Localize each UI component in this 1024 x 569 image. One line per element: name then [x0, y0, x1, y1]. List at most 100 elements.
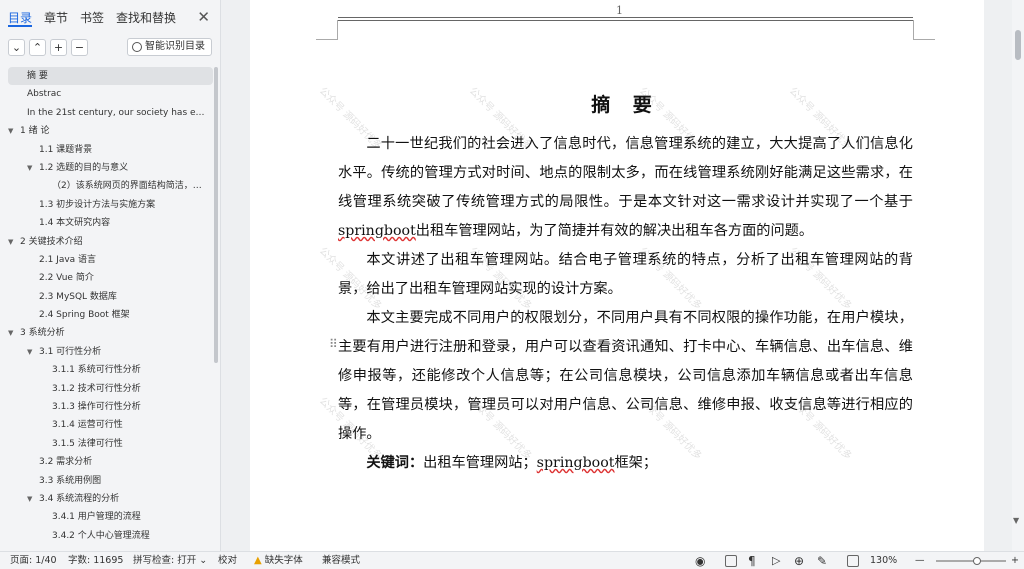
paragraph-2: 本文讲述了出租车管理网站。结合电子管理系统的特点，分析了出租车管理网站的背景，给…	[338, 252, 913, 297]
tab-bookmarks[interactable]: 书签	[80, 9, 104, 27]
header-rule	[338, 17, 913, 18]
expand-caret-icon[interactable]: ▼	[27, 159, 32, 177]
toc-item-label: 3.4 系统流程的分析	[39, 493, 120, 504]
toc-item[interactable]: ▼ 3.1 可行性分析	[8, 343, 213, 361]
toc-scrollbar[interactable]	[214, 67, 218, 363]
vertical-scrollbar[interactable]: ▼	[1012, 0, 1024, 551]
toc-item-label: 2.2 Vue 简介	[39, 273, 94, 284]
paragraph-1: 二十一世纪我们的社会进入了信息时代，信息管理系统的建立，大大提高了人们信息化水平…	[338, 136, 913, 239]
expand-caret-icon[interactable]: ▼	[8, 324, 13, 342]
toc-item[interactable]: ▼ 1.2 选题的目的与意义	[8, 159, 213, 177]
abstract-title: 摘 要	[591, 94, 660, 116]
toc-item[interactable]: 2.4 Spring Boot 框架	[8, 306, 213, 324]
keywords-line: 关键词：出租车管理网站；springboot框架；	[366, 455, 658, 471]
toc-item-label: 1.3 初步设计方法与实施方案	[39, 199, 156, 210]
pen-icon[interactable]: ✎	[817, 552, 827, 569]
toc-item[interactable]: 摘 要	[8, 67, 213, 86]
toc-item-label: 3.2 需求分析	[39, 457, 93, 468]
toc-item[interactable]: Abstrac	[8, 85, 213, 103]
warning-icon: ▲	[254, 555, 262, 566]
tab-toc[interactable]: 目录	[8, 9, 33, 27]
keywords-label: 关键词：	[366, 455, 424, 471]
zoom-level[interactable]: 130%	[870, 552, 897, 569]
toc-item-label: 1.4 本文研究内容	[39, 218, 111, 229]
header-rule-double	[338, 20, 913, 21]
abstract-body[interactable]: 二十一世纪我们的社会进入了信息时代，信息管理系统的建立，大大提高了人们信息化水平…	[338, 130, 913, 478]
toc-item[interactable]: 1.4 本文研究内容	[8, 214, 213, 232]
outline-view-icon[interactable]: ¶	[748, 552, 756, 569]
expand-caret-icon[interactable]: ▼	[8, 122, 13, 140]
zoom-out-button[interactable]: —	[915, 552, 925, 569]
toc-list: 摘 要 Abstrac In the 21st century, our socie…	[8, 67, 213, 545]
toc-item[interactable]: ▼ 3.4 系统流程的分析	[8, 490, 213, 508]
toc-item[interactable]: （2）该系统网页的界面结构简洁，便...	[8, 177, 213, 195]
eye-icon[interactable]: ◉	[695, 552, 705, 569]
navigation-pane: 目录 章节 书签 查找和替换 ✕ ⌄ ⌃ + − 智能识别目录 摘 要 Abstr…	[0, 0, 221, 551]
tab-chapters[interactable]: 章节	[44, 9, 68, 27]
toc-item[interactable]: 3.1.3 操作可行性分析	[8, 398, 213, 416]
toc-item-label: 3.1 可行性分析	[39, 346, 102, 357]
scroll-down-icon[interactable]: ▼	[1013, 516, 1019, 525]
toc-item-label: 3.1.1 系统可行性分析	[52, 365, 141, 376]
remove-heading-button[interactable]: −	[71, 38, 88, 56]
missing-font-button[interactable]: ▲ 缺失字体	[254, 552, 303, 569]
toc-item[interactable]: 2.3 MySQL 数据库	[8, 288, 213, 306]
tab-find-replace[interactable]: 查找和替换	[116, 9, 176, 27]
toc-item[interactable]: 1.1 课题背景	[8, 141, 213, 159]
toc-item[interactable]: In the 21st century, our society has ent…	[8, 104, 213, 122]
fit-page-icon[interactable]	[847, 555, 859, 567]
compat-mode-label: 兼容模式	[322, 555, 361, 566]
toc-item-label: 3.1.3 操作可行性分析	[52, 402, 141, 413]
spell-check-toggle[interactable]: 拼写检查: 打开 ⌄	[133, 552, 207, 569]
proofread-button[interactable]: 校对	[218, 552, 237, 569]
expand-caret-icon[interactable]: ▼	[27, 343, 32, 361]
toc-item-label: 3.3 系统用例图	[39, 475, 102, 486]
status-bar: 页面: 1/40 字数: 11695 拼写检查: 打开 ⌄ 校对 ▲ 缺失字体 …	[0, 551, 1024, 569]
zoom-slider-knob[interactable]	[972, 557, 981, 565]
toc-item-label: 2.3 MySQL 数据库	[39, 291, 117, 302]
toc-item[interactable]: ▼ 3 系统分析	[8, 324, 213, 342]
toc-item-label: 3.4.2 个人中心管理流程	[52, 530, 150, 541]
toc-item[interactable]: ▼ 2 关键技术介绍	[8, 233, 213, 251]
margin-corner-right-h	[913, 39, 935, 40]
toc-item[interactable]: 3.3 系统用例图	[8, 472, 213, 490]
spell-flagged-word: springboot	[338, 223, 416, 239]
add-heading-button[interactable]: +	[50, 38, 67, 56]
toc-item-label: 摘 要	[27, 71, 48, 81]
web-view-icon[interactable]: ⊕	[794, 552, 804, 569]
expand-caret-icon[interactable]: ▼	[8, 233, 13, 251]
smart-toc-icon	[132, 42, 142, 52]
smart-toc-button[interactable]: 智能识别目录	[127, 38, 212, 56]
toc-item[interactable]: 3.1.5 法律可行性	[8, 435, 213, 453]
toc-toolbar: ⌄ ⌃ + − 智能识别目录	[8, 38, 212, 56]
word-count[interactable]: 字数: 11695	[68, 552, 123, 569]
expand-caret-icon[interactable]: ▼	[27, 490, 32, 508]
paragraph-drag-handle-icon[interactable]: ⠿	[329, 337, 338, 351]
zoom-in-button[interactable]: +	[1011, 552, 1019, 569]
page-indicator[interactable]: 页面: 1/40	[10, 552, 57, 569]
play-icon[interactable]: ▷	[772, 552, 780, 569]
page-view-icon[interactable]	[725, 555, 737, 567]
expand-all-button[interactable]: ⌄	[8, 38, 25, 56]
toc-item[interactable]: 1.3 初步设计方法与实施方案	[8, 196, 213, 214]
toc-item[interactable]: 2.2 Vue 简介	[8, 269, 213, 287]
collapse-all-button[interactable]: ⌃	[29, 38, 46, 56]
zoom-slider[interactable]	[936, 557, 1006, 565]
document-page[interactable]: 1 公众号 源码好优多 公众号 源码好优多 公众号 源码好优多 公众号 源码好优多 公众…	[250, 0, 984, 551]
toc-item-label: 2.4 Spring Boot 框架	[39, 310, 130, 321]
toc-item-label: 3.1.4 运营可行性	[52, 420, 123, 431]
toc-item-label: 1.2 选题的目的与意义	[39, 162, 129, 173]
toc-item[interactable]: 2.1 Java 语言	[8, 251, 213, 269]
close-icon[interactable]: ✕	[197, 8, 210, 26]
paragraph-3: 本文主要完成不同用户的权限划分，不同用户具有不同权限的操作功能，在用户模块，主要…	[338, 310, 913, 442]
scrollbar-thumb[interactable]	[1015, 30, 1021, 60]
toc-item[interactable]: 3.1.4 运营可行性	[8, 416, 213, 434]
margin-corner-right	[913, 20, 935, 40]
toc-item-label: 3.4.1 用户管理的流程	[52, 512, 141, 523]
toc-item[interactable]: 3.1.1 系统可行性分析	[8, 361, 213, 379]
toc-item[interactable]: ▼ 1 绪 论	[8, 122, 213, 140]
toc-item[interactable]: 3.2 需求分析	[8, 453, 213, 471]
toc-item[interactable]: 3.1.2 技术可行性分析	[8, 380, 213, 398]
toc-item[interactable]: 3.4.1 用户管理的流程	[8, 508, 213, 526]
toc-item[interactable]: 3.4.2 个人中心管理流程	[8, 527, 213, 545]
